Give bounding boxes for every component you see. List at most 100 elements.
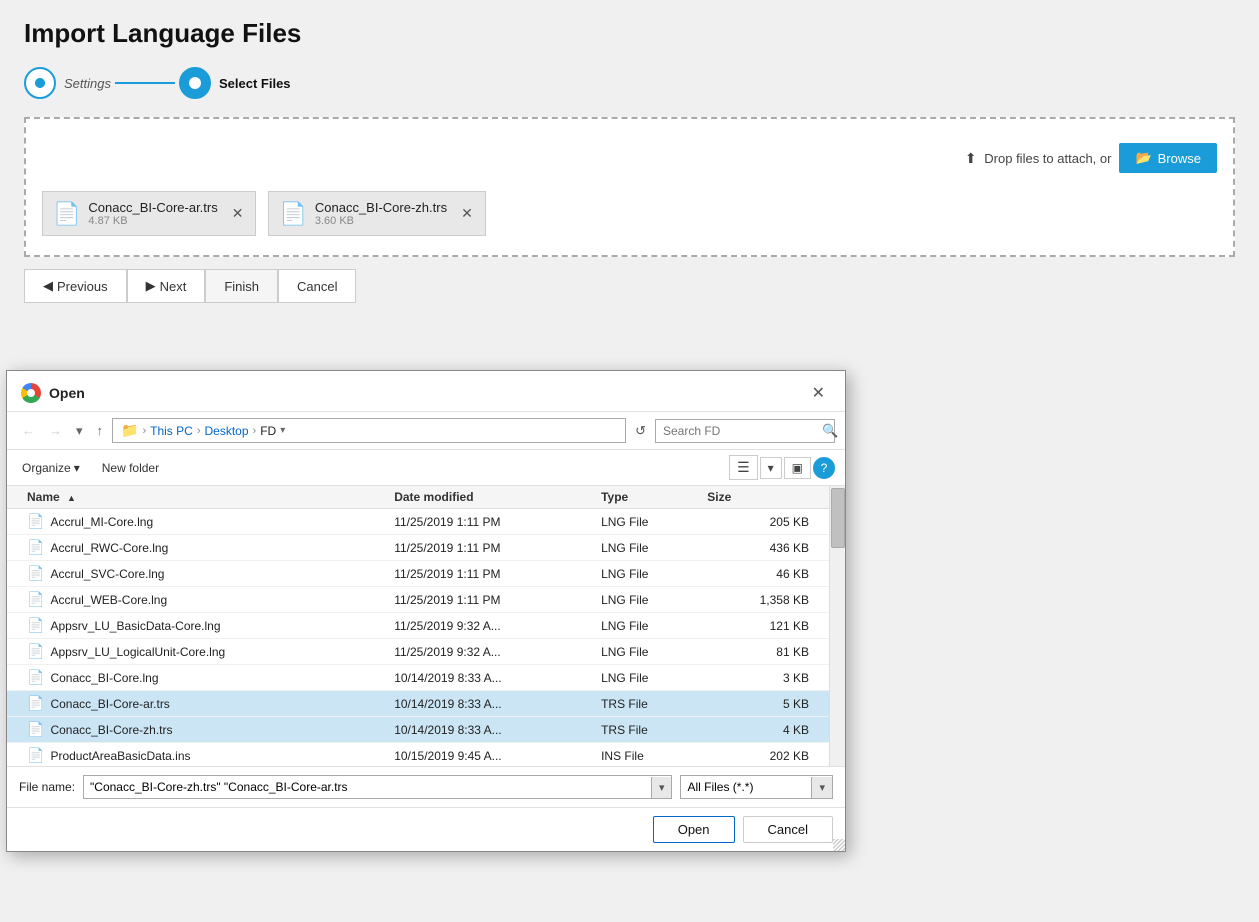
table-row[interactable]: 📄 Conacc_BI-Core-zh.trs 10/14/2019 8:33 … bbox=[7, 717, 829, 743]
search-icon: 🔍 bbox=[822, 423, 838, 439]
scrollbar-thumb[interactable] bbox=[831, 488, 845, 548]
table-row[interactable]: 📄 Appsrv_LU_LogicalUnit-Core.lng 11/25/2… bbox=[7, 639, 829, 665]
filetype-dropdown-btn[interactable]: ▾ bbox=[811, 777, 832, 798]
wizard-step-selectfiles: Select Files bbox=[179, 67, 291, 99]
page-title: Import Language Files bbox=[24, 18, 1235, 49]
table-row[interactable]: 📄 ProductAreaBasicData.ins 10/15/2019 9:… bbox=[7, 743, 829, 767]
file-chip-info-1: Conacc_BI-Core-zh.trs 3.60 KB bbox=[315, 200, 447, 227]
folder-icon: 📁 bbox=[121, 422, 138, 439]
file-date: 10/14/2019 8:33 A... bbox=[386, 691, 593, 717]
file-date: 11/25/2019 9:32 A... bbox=[386, 639, 593, 665]
breadcrumb-this-pc[interactable]: This PC bbox=[150, 424, 193, 438]
table-row[interactable]: 📄 Conacc_BI-Core.lng 10/14/2019 8:33 A..… bbox=[7, 665, 829, 691]
file-name: Conacc_BI-Core-ar.trs bbox=[50, 697, 169, 711]
breadcrumb-bar: 📁 › This PC › Desktop › FD ▾ bbox=[112, 418, 626, 443]
col-date[interactable]: Date modified bbox=[386, 486, 593, 509]
file-size: 121 KB bbox=[699, 613, 829, 639]
cancel-button[interactable]: Cancel bbox=[278, 269, 356, 303]
dialog-open-button[interactable]: Open bbox=[653, 816, 735, 843]
file-chip-info-0: Conacc_BI-Core-ar.trs 4.87 KB bbox=[88, 200, 217, 227]
dialog-cancel-button[interactable]: Cancel bbox=[743, 816, 833, 843]
file-size: 3 KB bbox=[699, 665, 829, 691]
dialog-actions: Open Cancel bbox=[7, 807, 845, 851]
file-chip-name-0: Conacc_BI-Core-ar.trs bbox=[88, 200, 217, 215]
dialog-close-button[interactable]: ✕ bbox=[806, 381, 831, 405]
table-row[interactable]: 📄 Conacc_BI-Core-ar.trs 10/14/2019 8:33 … bbox=[7, 691, 829, 717]
filename-input[interactable] bbox=[84, 776, 651, 798]
file-chip-close-0[interactable]: ✕ bbox=[230, 205, 246, 222]
drop-zone: ⬆ Drop files to attach, or 📂 Browse 📄 Co… bbox=[24, 117, 1235, 257]
table-row[interactable]: 📄 Accrul_RWC-Core.lng 11/25/2019 1:11 PM… bbox=[7, 535, 829, 561]
filename-dropdown-btn[interactable]: ▾ bbox=[651, 777, 672, 798]
file-name: Accrul_MI-Core.lng bbox=[50, 515, 153, 529]
view-details-button[interactable]: ☰ bbox=[729, 455, 758, 480]
refresh-button[interactable]: ↺ bbox=[630, 420, 651, 442]
open-dialog: Open ✕ ← → ▾ ↑ 📁 › This PC › Desktop › F… bbox=[6, 370, 846, 852]
breadcrumb-desktop[interactable]: Desktop bbox=[205, 424, 249, 438]
filetype-input[interactable] bbox=[681, 776, 811, 798]
step-label-settings: Settings bbox=[64, 76, 111, 91]
filename-label: File name: bbox=[19, 780, 75, 794]
file-type: LNG File bbox=[593, 639, 699, 665]
file-chip-icon-1: 📄 bbox=[279, 201, 306, 227]
dropdown-button[interactable]: ▾ bbox=[71, 420, 88, 442]
organize-button[interactable]: Organize ▾ bbox=[17, 458, 85, 478]
dialog-filelist: Name ▲ Date modified Type Size 📄 Accrul_… bbox=[7, 486, 845, 766]
file-chip-close-1[interactable]: ✕ bbox=[459, 205, 475, 222]
file-type: LNG File bbox=[593, 509, 699, 535]
breadcrumb-dropdown-btn[interactable]: ▾ bbox=[278, 425, 287, 436]
file-name: Conacc_BI-Core.lng bbox=[50, 671, 158, 685]
file-size: 202 KB bbox=[699, 743, 829, 767]
file-date: 11/25/2019 1:11 PM bbox=[386, 509, 593, 535]
col-size[interactable]: Size bbox=[699, 486, 829, 509]
table-row[interactable]: 📄 Accrul_WEB-Core.lng 11/25/2019 1:11 PM… bbox=[7, 587, 829, 613]
file-chip-size-1: 3.60 KB bbox=[315, 215, 447, 227]
filename-input-wrap: ▾ bbox=[83, 775, 672, 799]
finish-button[interactable]: Finish bbox=[205, 269, 278, 303]
breadcrumb-fd: FD bbox=[260, 424, 276, 438]
previous-button[interactable]: ◀ Previous bbox=[24, 269, 127, 303]
file-icon: 📄 bbox=[27, 513, 44, 530]
wizard-step-settings: Settings bbox=[24, 67, 111, 99]
organize-chevron-icon: ▾ bbox=[74, 461, 80, 475]
file-icon: 📄 bbox=[27, 591, 44, 608]
file-date: 10/15/2019 9:45 A... bbox=[386, 743, 593, 767]
table-row[interactable]: 📄 Accrul_MI-Core.lng 11/25/2019 1:11 PM … bbox=[7, 509, 829, 535]
forward-button[interactable]: → bbox=[44, 420, 67, 441]
browse-button[interactable]: 📂 Browse bbox=[1119, 143, 1217, 173]
file-chips: 📄 Conacc_BI-Core-ar.trs 4.87 KB ✕ 📄 Cona… bbox=[42, 191, 1217, 236]
back-button[interactable]: ← bbox=[17, 420, 40, 441]
file-size: 46 KB bbox=[699, 561, 829, 587]
file-name: Conacc_BI-Core-zh.trs bbox=[50, 723, 172, 737]
file-date: 11/25/2019 1:11 PM bbox=[386, 535, 593, 561]
file-chip-name-1: Conacc_BI-Core-zh.trs bbox=[315, 200, 447, 215]
sort-icon: ▲ bbox=[67, 493, 76, 503]
up-button[interactable]: ↑ bbox=[92, 420, 109, 441]
col-type[interactable]: Type bbox=[593, 486, 699, 509]
file-name: Appsrv_LU_LogicalUnit-Core.lng bbox=[50, 645, 225, 659]
help-button[interactable]: ? bbox=[813, 457, 835, 479]
file-type: INS File bbox=[593, 743, 699, 767]
next-chevron-icon: ▶ bbox=[146, 278, 156, 294]
table-row[interactable]: 📄 Appsrv_LU_BasicData-Core.lng 11/25/201… bbox=[7, 613, 829, 639]
view-pane-button[interactable]: ▣ bbox=[784, 457, 811, 479]
dialog-filename-bar: File name: ▾ ▾ bbox=[7, 766, 845, 807]
file-size: 4 KB bbox=[699, 717, 829, 743]
file-type: LNG File bbox=[593, 561, 699, 587]
resize-handle[interactable] bbox=[833, 839, 845, 851]
search-input[interactable] bbox=[663, 424, 818, 438]
file-date: 10/14/2019 8:33 A... bbox=[386, 665, 593, 691]
file-date: 10/14/2019 8:33 A... bbox=[386, 717, 593, 743]
dialog-title-left: Open bbox=[21, 383, 85, 403]
file-type: LNG File bbox=[593, 587, 699, 613]
file-icon: 📄 bbox=[27, 669, 44, 686]
next-button[interactable]: ▶ Next bbox=[127, 269, 206, 303]
new-folder-button[interactable]: New folder bbox=[97, 458, 164, 478]
file-icon: 📄 bbox=[27, 539, 44, 556]
col-name[interactable]: Name ▲ bbox=[7, 486, 386, 509]
dialog-toolbar: Organize ▾ New folder ☰ ▾ ▣ ? bbox=[7, 450, 845, 486]
file-icon: 📄 bbox=[27, 747, 44, 764]
table-row[interactable]: 📄 Accrul_SVC-Core.lng 11/25/2019 1:11 PM… bbox=[7, 561, 829, 587]
view-dropdown-button[interactable]: ▾ bbox=[760, 457, 782, 479]
scrollbar-track[interactable] bbox=[829, 486, 845, 766]
